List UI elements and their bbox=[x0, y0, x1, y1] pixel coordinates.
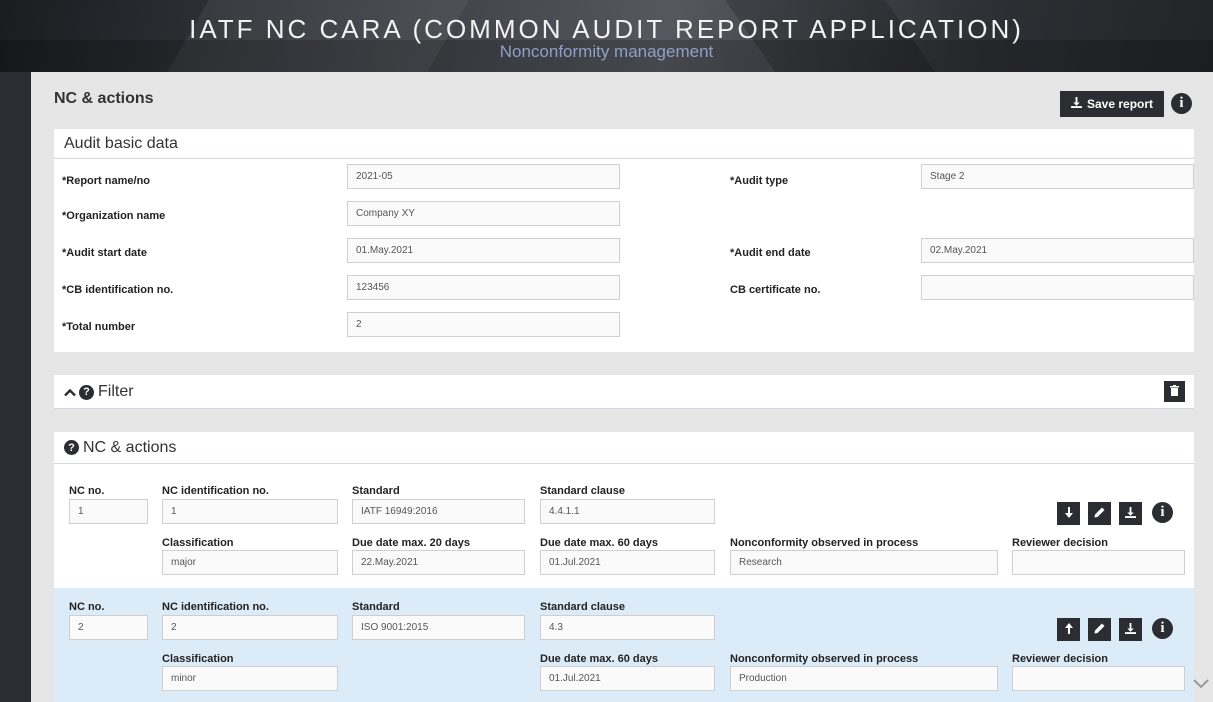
due-date-20-label: Due date max. 20 days bbox=[352, 537, 471, 549]
main-page: NC & actions Save report i Audit basic d… bbox=[31, 72, 1213, 702]
standard-field[interactable]: ISO 9001:2015 bbox=[352, 615, 525, 640]
clear-filter-button[interactable] bbox=[1164, 381, 1185, 402]
audit-basic-data-title: Audit basic data bbox=[64, 134, 178, 152]
nc-actions-card: ? NC & actions NC no. 1 NC identificatio… bbox=[54, 432, 1194, 702]
cb-identification-field[interactable]: 123456 bbox=[347, 275, 620, 300]
app-subtitle: Nonconformity management bbox=[499, 42, 714, 61]
info-icon[interactable]: i bbox=[1152, 502, 1173, 523]
nc-actions-title: NC & actions bbox=[83, 438, 177, 456]
audit-type-field[interactable]: Stage 2 bbox=[921, 164, 1194, 189]
due-date-20-field[interactable]: 22.May.2021 bbox=[352, 550, 525, 575]
app-title: IATF NC CARA (COMMON AUDIT REPORT APPLIC… bbox=[189, 14, 1024, 44]
due-date-60-field[interactable]: 01.Jul.2021 bbox=[540, 550, 715, 575]
reviewer-decision-field[interactable] bbox=[1012, 666, 1185, 691]
reviewer-decision-label: Reviewer decision bbox=[1012, 537, 1108, 549]
question-icon[interactable]: ? bbox=[64, 440, 79, 455]
report-name-field[interactable]: 2021-05 bbox=[347, 164, 620, 189]
total-number-label: *Total number bbox=[62, 321, 136, 333]
trash-icon bbox=[1170, 384, 1179, 399]
reviewer-decision-field[interactable] bbox=[1012, 550, 1185, 575]
classification-field[interactable]: minor bbox=[162, 666, 338, 691]
move-up-button[interactable] bbox=[1057, 618, 1080, 641]
app-header: IATF NC CARA (COMMON AUDIT REPORT APPLIC… bbox=[0, 0, 1213, 72]
reviewer-decision-label: Reviewer decision bbox=[1012, 653, 1108, 665]
standard-clause-field[interactable]: 4.3 bbox=[540, 615, 715, 640]
audit-type-label: *Audit type bbox=[730, 175, 789, 187]
download-icon bbox=[1125, 622, 1136, 637]
nc-identification-label: NC identification no. bbox=[162, 601, 269, 613]
audit-end-date-label: *Audit end date bbox=[730, 247, 811, 259]
download-button[interactable] bbox=[1119, 502, 1142, 525]
cb-certificate-field[interactable] bbox=[921, 275, 1194, 300]
nc-no-label: NC no. bbox=[69, 601, 105, 613]
audit-start-date-label: *Audit start date bbox=[62, 247, 147, 259]
scroll-down-chevron-icon[interactable] bbox=[1193, 676, 1209, 694]
question-icon[interactable]: ? bbox=[79, 384, 94, 400]
cb-identification-label: *CB identification no. bbox=[62, 284, 174, 296]
process-label: Nonconformity observed in process bbox=[730, 653, 919, 665]
arrow-up-icon bbox=[1064, 622, 1074, 637]
info-icon[interactable]: i bbox=[1171, 93, 1192, 114]
left-strip bbox=[0, 72, 31, 702]
standard-clause-field[interactable]: 4.4.1.1 bbox=[540, 499, 715, 524]
standard-label: Standard bbox=[352, 485, 400, 497]
filter-card: ? Filter bbox=[54, 375, 1194, 409]
nc-actions-header: ? NC & actions bbox=[54, 432, 1194, 464]
edit-button[interactable] bbox=[1088, 618, 1111, 641]
save-report-label: Save report bbox=[1086, 97, 1154, 111]
filter-title: Filter bbox=[98, 383, 134, 400]
pencil-icon bbox=[1094, 507, 1105, 521]
audit-basic-data-card: Audit basic data *Report name/no 2021-05… bbox=[54, 129, 1194, 352]
save-report-button[interactable]: Save report bbox=[1060, 91, 1164, 117]
download-icon bbox=[1125, 506, 1136, 521]
standard-clause-label: Standard clause bbox=[540, 601, 625, 613]
standard-field[interactable]: IATF 16949:2016 bbox=[352, 499, 525, 524]
nc-identification-label: NC identification no. bbox=[162, 485, 269, 497]
classification-label: Classification bbox=[162, 653, 234, 665]
process-field[interactable]: Production bbox=[730, 666, 998, 691]
move-down-button[interactable] bbox=[1057, 502, 1080, 525]
pencil-icon bbox=[1094, 623, 1105, 637]
standard-clause-label: Standard clause bbox=[540, 485, 625, 497]
nc-row: NC no. 1 NC identification no. 1 Standar… bbox=[54, 472, 1194, 575]
report-name-label: *Report name/no bbox=[62, 175, 151, 187]
chevron-up-icon[interactable] bbox=[64, 388, 76, 397]
info-icon[interactable]: i bbox=[1152, 618, 1173, 639]
due-date-60-field[interactable]: 01.Jul.2021 bbox=[540, 666, 715, 691]
total-number-field[interactable]: 2 bbox=[347, 312, 620, 337]
page-title: NC & actions bbox=[54, 90, 154, 107]
filter-header[interactable]: ? Filter bbox=[54, 375, 1194, 409]
edit-button[interactable] bbox=[1088, 502, 1111, 525]
organization-name-field[interactable]: Company XY bbox=[347, 201, 620, 226]
nc-no-field[interactable]: 2 bbox=[69, 615, 148, 640]
nc-no-label: NC no. bbox=[69, 485, 105, 497]
due-date-60-label: Due date max. 60 days bbox=[540, 537, 659, 549]
cb-certificate-label: CB certificate no. bbox=[730, 284, 821, 296]
download-icon bbox=[1070, 97, 1082, 111]
audit-basic-data-header: Audit basic data bbox=[54, 129, 1194, 159]
classification-label: Classification bbox=[162, 537, 234, 549]
arrow-down-icon bbox=[1064, 506, 1074, 521]
due-date-60-label: Due date max. 60 days bbox=[540, 653, 659, 665]
standard-label: Standard bbox=[352, 601, 400, 613]
audit-start-date-field[interactable]: 01.May.2021 bbox=[347, 238, 620, 263]
nc-no-field[interactable]: 1 bbox=[69, 499, 148, 524]
process-field[interactable]: Research bbox=[730, 550, 998, 575]
process-label: Nonconformity observed in process bbox=[730, 537, 919, 549]
download-button[interactable] bbox=[1119, 618, 1142, 641]
organization-name-label: *Organization name bbox=[62, 210, 166, 222]
nc-identification-field[interactable]: 1 bbox=[162, 499, 338, 524]
classification-field[interactable]: major bbox=[162, 550, 338, 575]
nc-row: NC no. 2 NC identification no. 2 Standar… bbox=[54, 588, 1194, 702]
audit-end-date-field[interactable]: 02.May.2021 bbox=[921, 238, 1194, 263]
nc-identification-field[interactable]: 2 bbox=[162, 615, 338, 640]
